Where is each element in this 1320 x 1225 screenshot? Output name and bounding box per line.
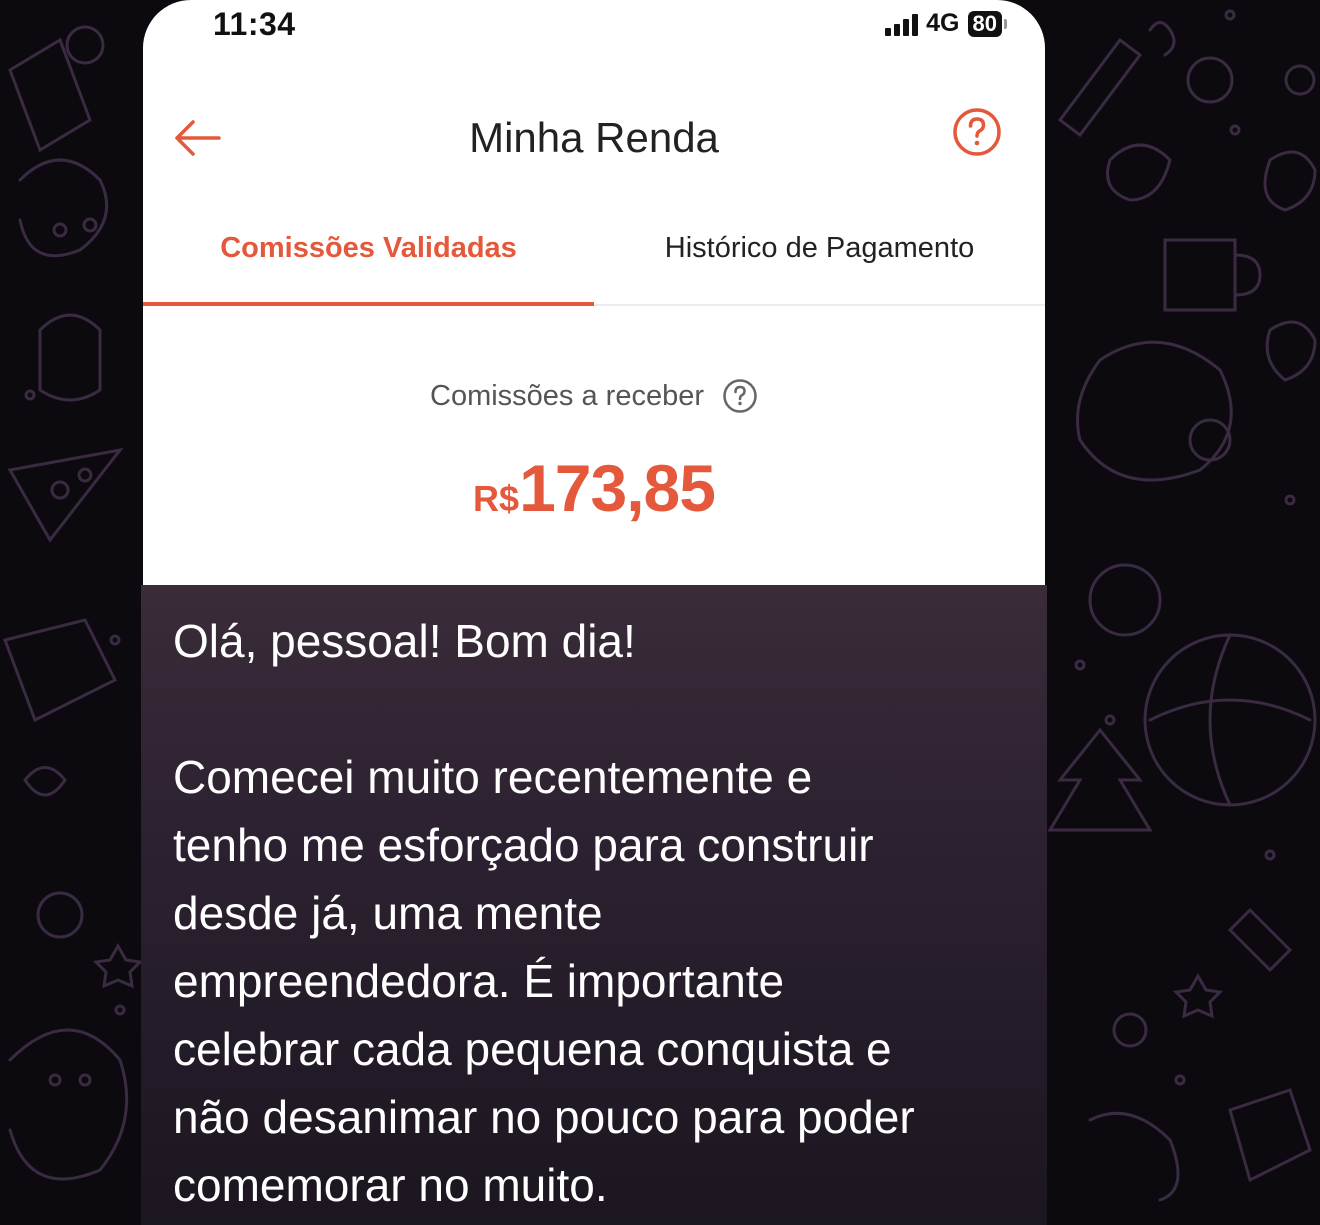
status-bar: 11:34 4G 80 (143, 0, 1045, 56)
message-body: Comecei muito recentemente e tenho me es… (173, 751, 915, 1211)
message-text: Olá, pessoal! Bom dia! Comecei muito rec… (173, 607, 1033, 1219)
battery-tip (1004, 18, 1007, 29)
message-greeting: Olá, pessoal! Bom dia! (173, 615, 636, 667)
battery-level: 80 (967, 10, 1002, 37)
tab-bar: Comissões Validadas Histórico de Pagamen… (143, 200, 1045, 306)
amount-value: 173,85 (519, 451, 716, 525)
question-circle-icon[interactable] (722, 378, 758, 414)
commission-amount: R$173,85 (143, 450, 1045, 526)
currency-symbol: R$ (473, 478, 520, 519)
tab-historico-de-pagamento[interactable]: Histórico de Pagamento (594, 200, 1045, 304)
commission-label-row: Comissões a receber (143, 378, 1045, 414)
question-circle-icon (953, 108, 1001, 156)
page-title: Minha Renda (469, 114, 719, 161)
status-indicators: 4G 80 (885, 9, 1007, 38)
message-bubble: Olá, pessoal! Bom dia! Comecei muito rec… (141, 585, 1047, 1225)
status-time: 11:34 (213, 6, 296, 42)
help-button[interactable] (949, 104, 1005, 160)
battery-icon: 80 (967, 10, 1007, 37)
app-screenshot: 11:34 4G 80 Minha Renda Comissões Valida… (143, 0, 1045, 585)
signal-icon (885, 12, 919, 36)
network-type: 4G (926, 9, 960, 37)
commission-label: Comissões a receber (430, 379, 704, 412)
app-header: Minha Renda (143, 92, 1045, 184)
tab-comissoes-validadas[interactable]: Comissões Validadas (143, 200, 594, 306)
